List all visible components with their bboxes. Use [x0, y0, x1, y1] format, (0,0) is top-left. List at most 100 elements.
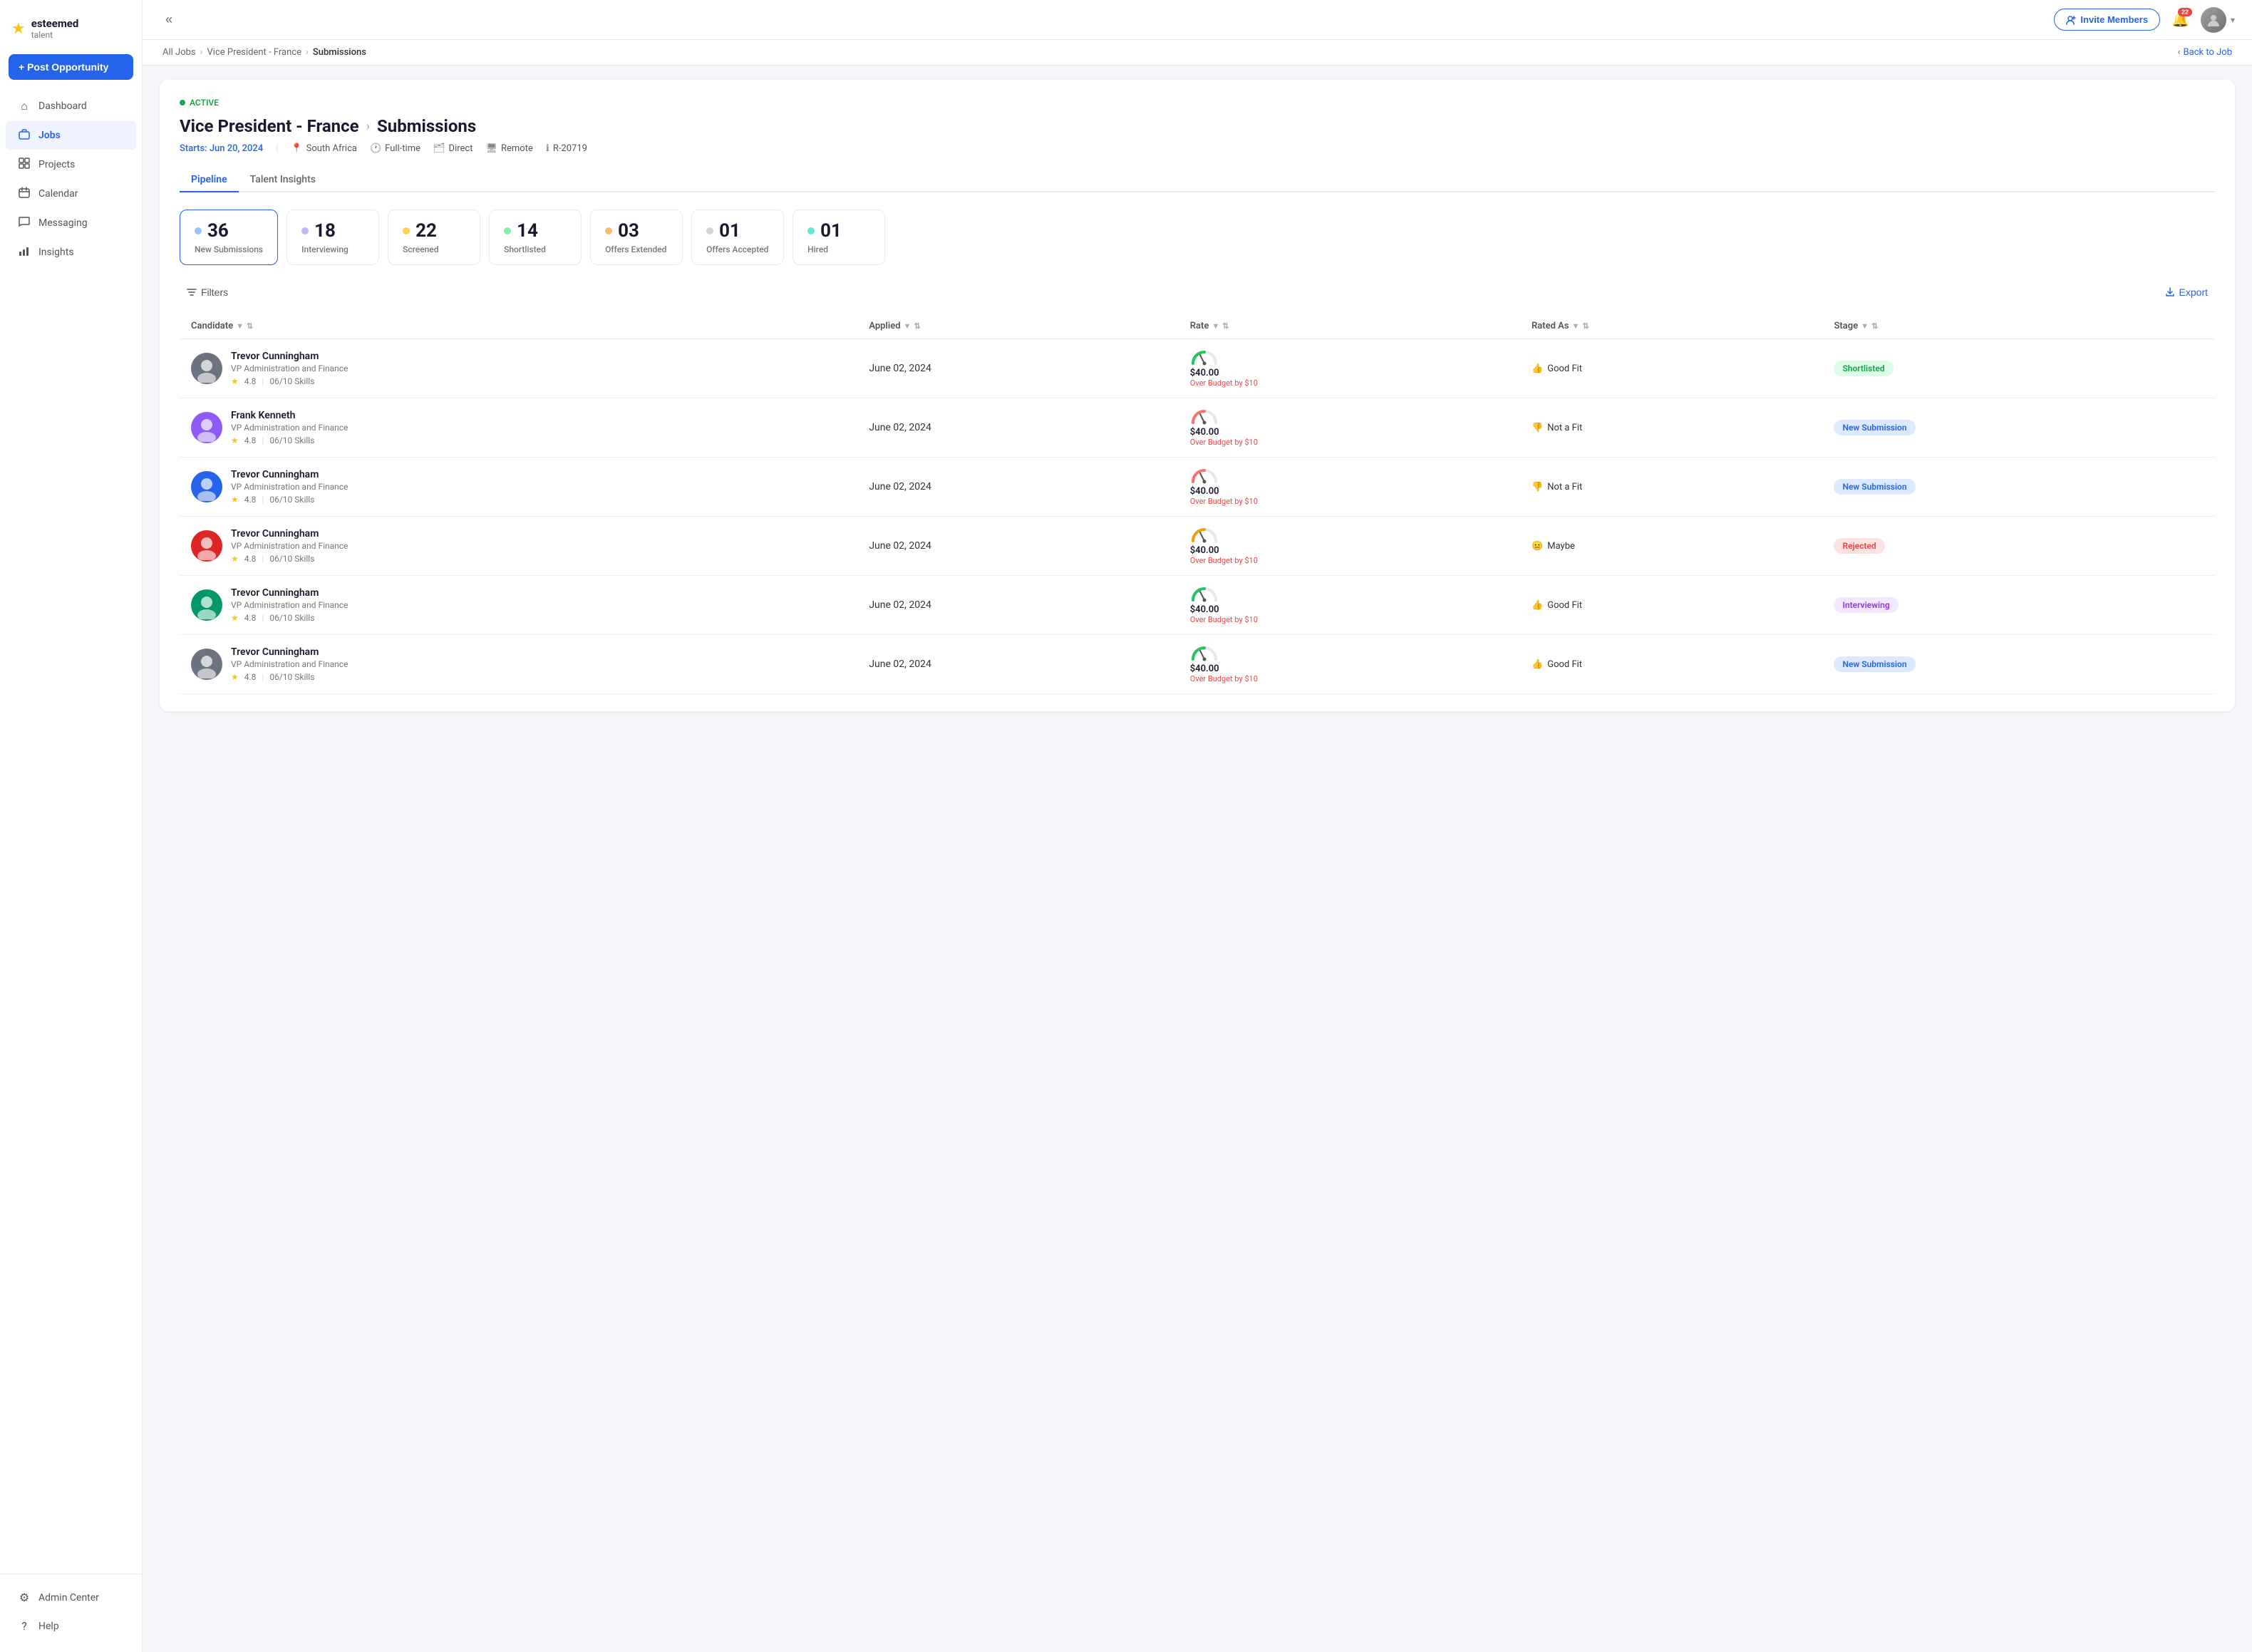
- tab-pipeline[interactable]: Pipeline: [180, 168, 239, 192]
- stage-filter-icon[interactable]: ▼: [1861, 321, 1869, 331]
- pipeline-card-screened[interactable]: 22 Screened: [388, 210, 480, 265]
- thumb-up-icon: 👍: [1532, 600, 1543, 611]
- skills-count: 06/10 Skills: [269, 376, 314, 386]
- thumb-up-icon: 👍: [1532, 659, 1543, 670]
- notification-count: 22: [2178, 8, 2192, 16]
- sidebar-item-dashboard[interactable]: ⌂ Dashboard: [6, 92, 136, 120]
- candidate-avatar: [191, 471, 222, 502]
- candidate-role: VP Administration and Finance: [231, 600, 348, 610]
- user-avatar-button[interactable]: ▾: [2201, 7, 2235, 33]
- avatar: [2201, 7, 2226, 33]
- rated-as-sort-icon[interactable]: ⇅: [1582, 321, 1589, 331]
- table-row[interactable]: Trevor Cunningham VP Administration and …: [180, 339, 2215, 398]
- invite-members-label: Invite Members: [2080, 14, 2148, 25]
- sidebar-item-jobs[interactable]: Jobs: [6, 121, 136, 150]
- pipeline-card-hired[interactable]: 01 Hired: [792, 210, 885, 265]
- table-row[interactable]: Trevor Cunningham VP Administration and …: [180, 517, 2215, 576]
- rate-gauge: $40.00 Over Budget by $10: [1190, 349, 1509, 388]
- rate-sort-icon[interactable]: ⇅: [1222, 321, 1229, 331]
- candidate-info: Trevor Cunningham VP Administration and …: [231, 351, 348, 386]
- candidate-name: Trevor Cunningham: [231, 646, 348, 658]
- candidate-info: Trevor Cunningham VP Administration and …: [231, 587, 348, 623]
- stage-badge: New Submission: [1834, 656, 1915, 672]
- table-row[interactable]: Trevor Cunningham VP Administration and …: [180, 576, 2215, 635]
- pipeline-card-offers-accepted[interactable]: 01 Offers Accepted: [691, 210, 784, 265]
- candidate-name: Frank Kenneth: [231, 410, 348, 421]
- invite-members-button[interactable]: Invite Members: [2054, 9, 2160, 31]
- rated-as-filter-icon[interactable]: ▼: [1572, 321, 1580, 331]
- candidate-role: VP Administration and Finance: [231, 541, 348, 551]
- breadcrumb-bar: All Jobs › Vice President - France › Sub…: [143, 40, 2252, 66]
- sidebar-item-label: Projects: [38, 159, 75, 170]
- tab-bar: Pipeline Talent Insights: [180, 168, 2215, 192]
- collapse-sidebar-button[interactable]: «: [160, 9, 178, 30]
- candidate-info: Frank Kenneth VP Administration and Fina…: [231, 410, 348, 445]
- clock-icon: 🕐: [370, 143, 381, 154]
- insights-icon: [17, 245, 31, 259]
- job-ref: ℹ R-20719: [546, 143, 587, 154]
- job-section: ACTIVE Vice President - France › Submiss…: [160, 80, 2235, 711]
- sidebar-item-insights[interactable]: Insights: [6, 238, 136, 267]
- candidate-meta: ★ 4.8 | 06/10 Skills: [231, 376, 348, 386]
- submissions-label: Submissions: [377, 116, 476, 136]
- stage-sort-icon[interactable]: ⇅: [1871, 321, 1878, 331]
- rated-as-cell: 😐Maybe: [1532, 541, 1811, 552]
- calendar-icon: [17, 187, 31, 201]
- sidebar-item-admin[interactable]: ⚙ Admin Center: [6, 1584, 136, 1611]
- topbar-right: Invite Members 🔔 22 ▾: [2054, 7, 2235, 33]
- candidate-name: Trevor Cunningham: [231, 469, 348, 480]
- table-row[interactable]: Trevor Cunningham VP Administration and …: [180, 458, 2215, 517]
- job-title: Vice President - France: [180, 116, 359, 136]
- candidate-avatar: [191, 589, 222, 621]
- pipeline-card-offers-extended[interactable]: 03 Offers Extended: [590, 210, 683, 265]
- job-remote: 🖥 Remote: [485, 143, 532, 154]
- skills-count: 06/10 Skills: [269, 495, 314, 505]
- back-to-job-link[interactable]: ‹ Back to Job: [2178, 47, 2232, 58]
- logo-name: esteemed: [31, 17, 79, 30]
- filters-button[interactable]: Filters: [180, 282, 235, 302]
- sidebar-item-label: Messaging: [38, 217, 88, 229]
- sidebar-bottom: ⚙ Admin Center ? Help: [0, 1574, 142, 1641]
- pipeline-cards: 36 New Submissions 18 Interviewing 22 Sc…: [180, 210, 2215, 265]
- status-dot-icon: [180, 100, 185, 105]
- logo-star-icon: ★: [11, 20, 26, 38]
- tab-talent-insights[interactable]: Talent Insights: [239, 168, 327, 192]
- applied-sort-icon[interactable]: ⇅: [914, 321, 920, 331]
- breadcrumb-job-name[interactable]: Vice President - France: [207, 47, 301, 58]
- stage-badge: New Submission: [1834, 420, 1915, 435]
- table-row[interactable]: Frank Kenneth VP Administration and Fina…: [180, 398, 2215, 458]
- breadcrumb-all-jobs[interactable]: All Jobs: [162, 47, 196, 58]
- pipeline-card-interviewing[interactable]: 18 Interviewing: [286, 210, 379, 265]
- status-label: ACTIVE: [190, 98, 219, 108]
- sidebar-item-projects[interactable]: Projects: [6, 150, 136, 179]
- skills-count: 06/10 Skills: [269, 554, 314, 564]
- sidebar-item-messaging[interactable]: Messaging: [6, 209, 136, 237]
- applied-filter-icon[interactable]: ▼: [904, 321, 911, 331]
- filter-icon: [187, 287, 197, 297]
- candidate-meta: ★ 4.8 | 06/10 Skills: [231, 613, 348, 623]
- candidate-name: Trevor Cunningham: [231, 351, 348, 362]
- export-button[interactable]: Export: [2158, 282, 2215, 302]
- rate-gauge: $40.00 Over Budget by $10: [1190, 468, 1509, 506]
- candidate-cell: Trevor Cunningham VP Administration and …: [191, 528, 846, 564]
- sidebar-item-calendar[interactable]: Calendar: [6, 180, 136, 208]
- main-content: « Invite Members 🔔 22 ▾ All Jobs: [143, 0, 2252, 1652]
- pipeline-card-shortlisted[interactable]: 14 Shortlisted: [489, 210, 582, 265]
- notifications-button[interactable]: 🔔 22: [2171, 11, 2189, 29]
- pipeline-card-new-submissions[interactable]: 36 New Submissions: [180, 210, 278, 265]
- col-stage: Stage ▼ ⇅: [1822, 314, 2215, 339]
- help-icon: ?: [17, 1619, 31, 1633]
- sidebar-item-help[interactable]: ? Help: [6, 1612, 136, 1640]
- post-opportunity-button[interactable]: + Post Opportunity: [9, 54, 133, 80]
- rating-value: 4.8: [244, 554, 257, 564]
- rate-filter-icon[interactable]: ▼: [1212, 321, 1219, 331]
- logo-tagline: talent: [31, 30, 79, 40]
- candidate-name: Trevor Cunningham: [231, 528, 348, 540]
- candidate-avatar: [191, 353, 222, 384]
- candidate-filter-icon[interactable]: ▼: [236, 321, 244, 331]
- candidate-cell: Trevor Cunningham VP Administration and …: [191, 351, 846, 386]
- job-location: 📍 South Africa: [291, 143, 357, 154]
- table-row[interactable]: Trevor Cunningham VP Administration and …: [180, 635, 2215, 694]
- candidate-sort-icon[interactable]: ⇅: [247, 321, 253, 331]
- applied-date: June 02, 2024: [857, 398, 1178, 458]
